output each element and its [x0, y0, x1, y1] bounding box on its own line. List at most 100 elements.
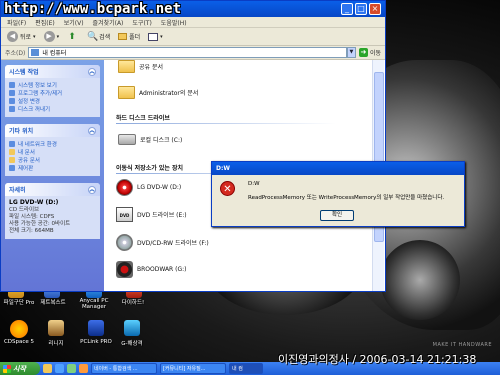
back-arrow-icon: ◀	[7, 31, 18, 42]
folder-icon	[118, 86, 135, 99]
menu-edit[interactable]: 편집(E)	[35, 18, 55, 27]
task-label: 시스템 정보 보기	[18, 83, 57, 89]
minimize-button[interactable]: _	[341, 3, 353, 15]
wallpaper-speaker-small	[380, 240, 460, 320]
desktop-icon-label: 파일구단 Pro	[3, 300, 35, 306]
taskbar-button-mycomputer[interactable]: 내 컴	[229, 363, 263, 374]
details-panel: 자세히 ︽ LG DVD-W (D:) CD 드라이브 파일 시스템: CDFS…	[5, 183, 100, 239]
search-icon: 🔍	[87, 31, 99, 42]
cd-drive-icon	[116, 234, 133, 251]
place-network[interactable]: 내 네트워크 환경	[9, 140, 96, 148]
menu-favorites[interactable]: 즐겨찾기(A)	[93, 18, 124, 27]
task-label: 설정 변경	[18, 99, 40, 105]
site-watermark: http://www.bcpark.net	[4, 1, 182, 17]
quicklaunch-ie-icon[interactable]	[55, 364, 64, 373]
forward-arrow-icon: ▶	[43, 31, 55, 42]
up-arrow-icon: ⬆	[68, 31, 76, 42]
place-control-panel[interactable]: 제어판	[9, 164, 96, 172]
settings-icon	[9, 98, 15, 104]
collapse-icon[interactable]: ︽	[88, 126, 96, 135]
ok-button[interactable]: 확인	[320, 210, 354, 221]
views-button[interactable]: ▾	[148, 32, 163, 41]
folders-button[interactable]: 폴더	[118, 32, 140, 41]
cdspace-icon[interactable]	[10, 320, 28, 338]
menu-help[interactable]: 도움말(H)	[161, 18, 187, 27]
menu-file[interactable]: 파일(F)	[7, 18, 26, 27]
back-button[interactable]: ◀ 뒤로 ▾	[7, 31, 36, 42]
task-eject-disk[interactable]: 디스크 꺼내기	[9, 105, 96, 113]
lineage-icon[interactable]	[48, 320, 64, 336]
my-computer-icon	[31, 49, 40, 56]
pclink-icon[interactable]	[88, 320, 104, 336]
forward-button[interactable]: ▶ ▾	[43, 31, 59, 42]
taskbar-button-naver[interactable]: 네이버 - 통합검색 ...	[91, 363, 157, 374]
eject-icon	[9, 106, 15, 112]
quicklaunch-folder-icon[interactable]	[43, 364, 52, 373]
quicklaunch-app-icon[interactable]	[79, 364, 88, 373]
task-pane: 시스템 작업 ︽ 시스템 정보 보기 프로그램 추가/제거 설정 변경 디스크 …	[1, 60, 104, 291]
go-arrow-icon: ➜	[358, 48, 368, 57]
detail-line: 파일 시스템: CDFS	[9, 214, 55, 220]
place-my-documents[interactable]: 내 문서	[9, 148, 96, 156]
collapse-icon[interactable]: ︽	[88, 185, 96, 194]
panel-title: 기타 위치	[9, 128, 34, 135]
item-dvd-e[interactable]: DVD DVD 드라이브 (E:)	[116, 207, 187, 222]
go-button[interactable]: ➜ 이동	[358, 48, 381, 57]
item-admin-documents[interactable]: Administrator의 문서	[118, 86, 198, 99]
close-button[interactable]: ×	[369, 3, 381, 15]
item-shared-documents[interactable]: 공유 문서	[118, 60, 163, 73]
dialog-path: D:W	[248, 181, 260, 187]
item-broodwar-g[interactable]: BROODWAR (G:)	[116, 261, 187, 278]
item-label: 로컬 디스크 (C:)	[140, 137, 183, 144]
section-removable: 이동식 저장소가 있는 장치	[116, 165, 183, 172]
task-label: 내 문서	[18, 150, 35, 156]
detail-drive-name: LG DVD-W (D:)	[9, 199, 59, 206]
task-view-system-info[interactable]: 시스템 정보 보기	[9, 81, 96, 89]
programs-icon	[9, 90, 15, 96]
folder-icon	[9, 149, 15, 155]
desktop-icon-label: G-해상격	[121, 341, 143, 347]
address-bar: 주소(D) 내 컴퓨터 ▼ ➜ 이동	[1, 46, 385, 60]
task-change-settings[interactable]: 설정 변경	[9, 97, 96, 105]
up-folder-button[interactable]: ⬆	[67, 32, 79, 42]
task-label: 내 네트워크 환경	[18, 142, 57, 148]
menu-view[interactable]: 보기(V)	[64, 18, 84, 27]
item-label: Administrator의 문서	[139, 90, 199, 97]
collapse-icon[interactable]: ︽	[88, 67, 96, 76]
folder-icon	[118, 60, 135, 73]
search-label: 검색	[99, 34, 111, 41]
panel-header[interactable]: 시스템 작업 ︽	[5, 65, 100, 78]
wallpaper-brand: MAKE IT HANDWARE	[432, 342, 492, 348]
taskbar-button-community[interactable]: [커뮤니티] 자유질...	[160, 363, 226, 374]
item-label: DVD 드라이브 (E:)	[137, 212, 187, 219]
start-button[interactable]: 시작	[0, 362, 40, 375]
desktop-icon-label: PCLink PRO	[80, 339, 112, 345]
go-label: 이동	[369, 50, 381, 57]
toolbar: ◀ 뒤로 ▾ ▶ ▾ ⬆ 🔍 검색 폴더 ▾	[1, 28, 385, 46]
menu-tools[interactable]: 도구(T)	[132, 18, 151, 27]
item-dvd-f[interactable]: DVD/CD-RW 드라이브 (F:)	[116, 234, 209, 251]
place-shared-documents[interactable]: 공유 문서	[9, 156, 96, 164]
dialog-titlebar[interactable]: D:W	[212, 162, 464, 175]
address-label: 주소(D)	[5, 50, 26, 57]
panel-header[interactable]: 기타 위치 ︽	[5, 124, 100, 137]
other-places-panel: 기타 위치 ︽ 내 네트워크 환경 내 문서 공유 문서 제어판	[5, 124, 100, 176]
item-local-disk-c[interactable]: 로컬 디스크 (C:)	[118, 134, 182, 145]
taskbar-button-label: [커뮤니티] 자유질...	[163, 366, 206, 372]
search-button[interactable]: 🔍 검색	[87, 32, 110, 42]
hard-drive-icon	[118, 134, 136, 145]
start-label: 시작	[13, 364, 26, 373]
game-icon[interactable]	[124, 320, 140, 336]
quicklaunch-desktop-icon[interactable]	[67, 364, 76, 373]
panel-header[interactable]: 자세히 ︽	[5, 183, 100, 196]
maximize-button[interactable]: □	[355, 3, 367, 15]
task-label: 디스크 꺼내기	[18, 107, 51, 113]
address-dropdown-button[interactable]: ▼	[346, 47, 356, 58]
caption-watermark: 이진영과의정사 / 2006-03-14 21:21:38	[278, 353, 477, 366]
task-add-remove-programs[interactable]: 프로그램 추가/제거	[9, 89, 96, 97]
item-dvd-d[interactable]: LG DVD-W (D:)	[116, 179, 181, 196]
address-input[interactable]: 내 컴퓨터	[28, 47, 347, 58]
item-label: LG DVD-W (D:)	[137, 184, 182, 191]
folder-icon	[9, 157, 15, 163]
folders-label: 폴더	[129, 34, 141, 41]
